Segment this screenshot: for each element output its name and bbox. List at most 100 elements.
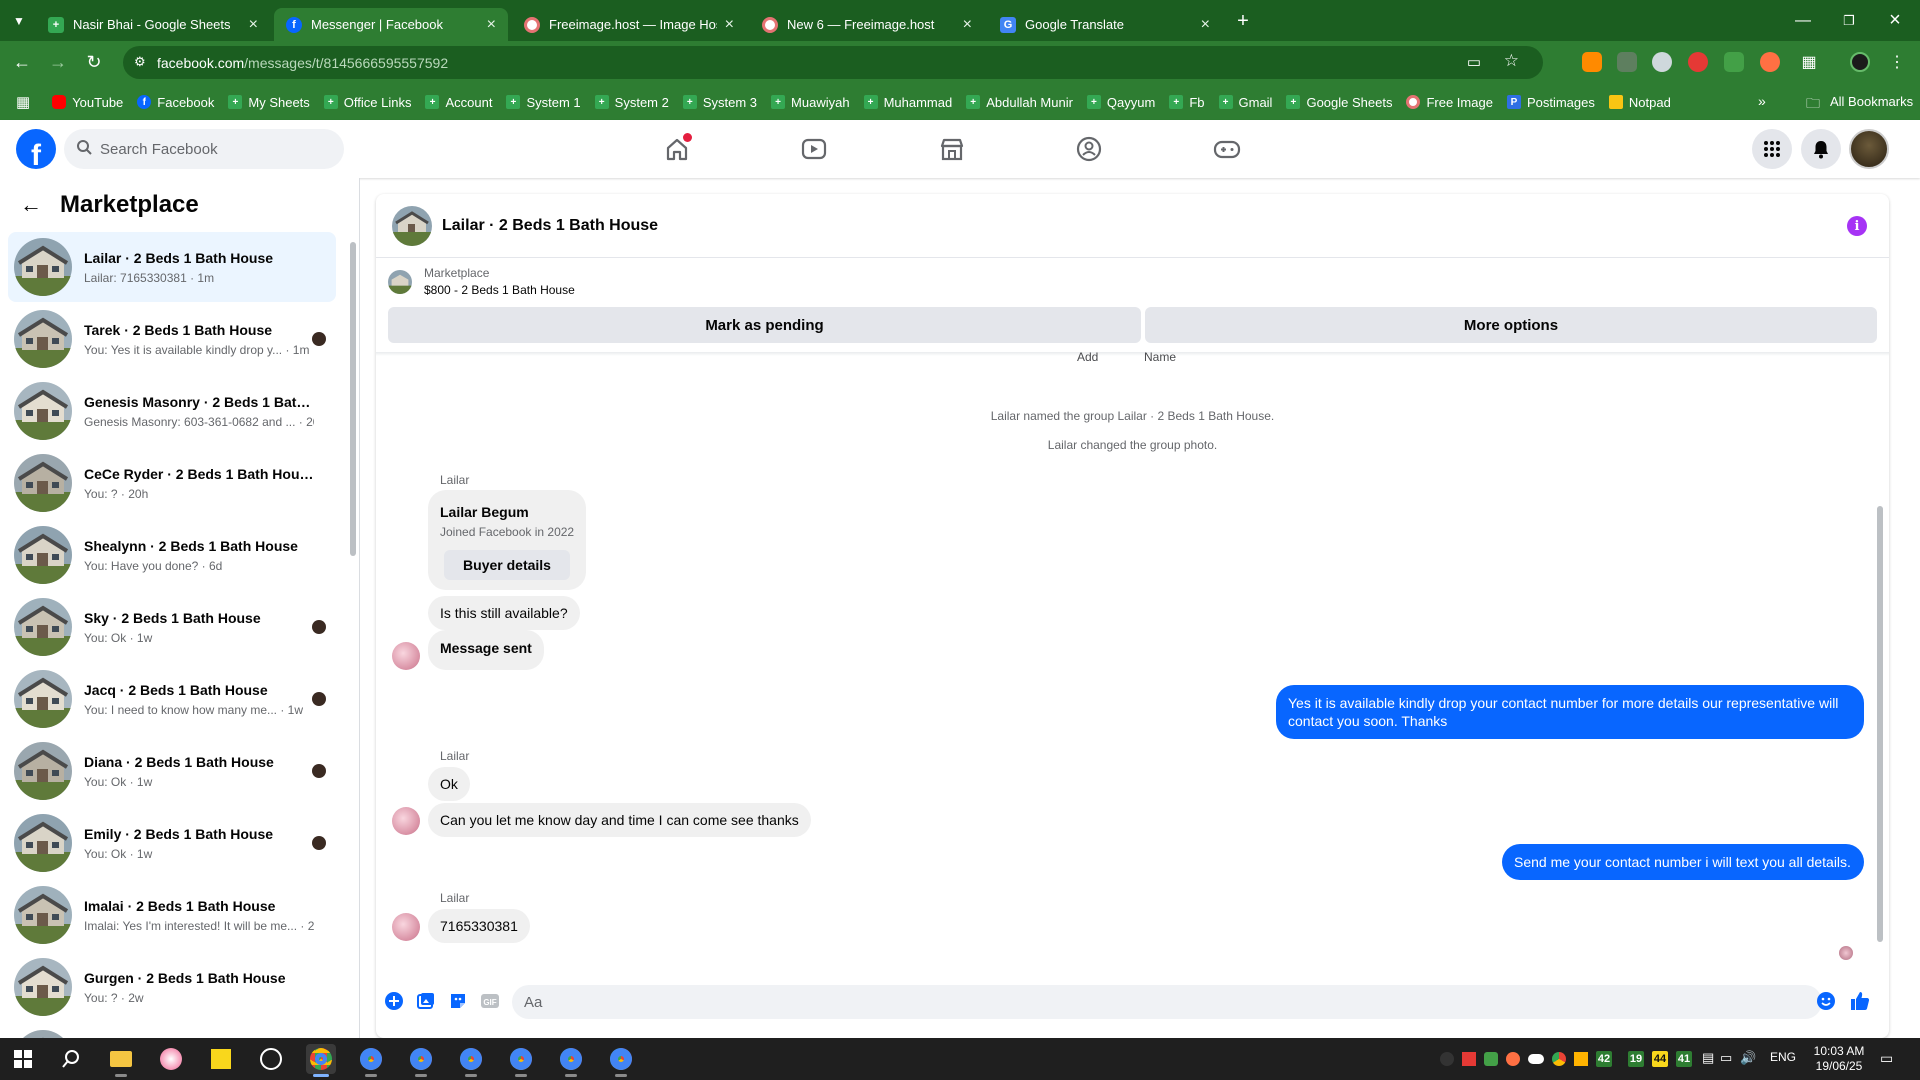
info-icon[interactable]: i [1847, 216, 1867, 236]
nav-home[interactable] [621, 125, 733, 173]
monitor-icon[interactable]: ▭ [1720, 1050, 1732, 1066]
conversation-item[interactable]: Tarek · 2 Beds 1 Bath House You: Yes it i… [8, 304, 336, 374]
sender-avatar[interactable] [392, 642, 420, 670]
bookmark-muhammad[interactable]: + Muhammad [863, 95, 952, 110]
tray-app-icon[interactable] [1440, 1052, 1454, 1066]
like-thumb-icon[interactable] [1848, 989, 1872, 1013]
badge-count[interactable]: 44 [1652, 1051, 1668, 1067]
windows-start-icon[interactable] [8, 1044, 38, 1074]
chatgpt-icon[interactable] [256, 1044, 286, 1074]
bookmark-fb[interactable]: + Fb [1169, 95, 1205, 110]
extension-red-icon[interactable] [1688, 52, 1708, 72]
extension-pen-icon[interactable] [1617, 52, 1637, 72]
tray-app-icon[interactable] [1574, 1052, 1588, 1066]
url-field[interactable]: ⚙ facebook.com/messages/t/81456665955575… [123, 46, 1543, 79]
chrome-icon[interactable] [556, 1044, 586, 1077]
chrome-icon[interactable] [506, 1044, 536, 1077]
conversation-item[interactable]: Imalai · 2 Beds 1 Bath House Imalai: Yes … [8, 880, 336, 950]
all-bookmarks-link[interactable]: All Bookmarks [1830, 94, 1913, 109]
chrome-icon[interactable] [356, 1044, 386, 1077]
chrome-icon[interactable] [306, 1044, 336, 1077]
tray-app-icon[interactable] [1462, 1052, 1476, 1066]
search-bar[interactable]: Search Facebook [64, 129, 344, 169]
more-options-button[interactable]: More options [1145, 307, 1877, 343]
bookmark-system-1[interactable]: + System 1 [506, 95, 581, 110]
message-input[interactable] [512, 985, 1822, 1019]
conversation-item[interactable]: Danna · 1 Bed 1 Bath House [8, 1024, 336, 1038]
file-explorer-icon[interactable] [106, 1044, 136, 1077]
close-icon[interactable]: × [487, 16, 496, 34]
cloud-icon[interactable] [1528, 1054, 1544, 1064]
tab-freeimage[interactable]: Freeimage.host — Image Hostin × [512, 8, 746, 41]
bookmark-gmail[interactable]: + Gmail [1218, 95, 1272, 110]
extension-fire-icon[interactable] [1760, 52, 1780, 72]
sender-avatar[interactable] [392, 913, 420, 941]
bookmark-notpad[interactable]: Notpad [1608, 95, 1671, 110]
forward-icon[interactable]: → [41, 45, 75, 79]
more-bookmarks-chevron-icon[interactable]: » [1758, 93, 1766, 109]
conversation-item[interactable]: Lailar · 2 Beds 1 Bath House Lailar: 7165… [8, 232, 336, 302]
reload-icon[interactable]: ↻ [77, 45, 111, 79]
new-tab-icon[interactable]: + [1226, 4, 1260, 38]
buyer-details-button[interactable]: Buyer details [444, 550, 570, 580]
close-icon[interactable]: × [249, 16, 258, 34]
bookmark-free-image[interactable]: Free Image [1406, 95, 1493, 110]
group-photo[interactable] [392, 205, 432, 246]
back-arrow-icon[interactable]: ← [20, 192, 42, 218]
bookmark-facebook[interactable]: f Facebook [137, 95, 214, 110]
profile-avatar-icon[interactable] [1850, 52, 1870, 72]
conversation-item[interactable]: Sky · 2 Beds 1 Bath House You: Ok · 1w [8, 592, 336, 662]
message-bubble-incoming[interactable]: Message sent [428, 630, 544, 670]
message-bubble-incoming[interactable]: Ok [428, 767, 470, 801]
profile-avatar[interactable] [1849, 129, 1889, 169]
extension-orange-icon[interactable] [1582, 52, 1602, 72]
sticky-notes-icon[interactable] [206, 1044, 236, 1074]
nav-gaming[interactable] [1171, 125, 1283, 173]
site-info-icon[interactable]: ⚙ [134, 54, 146, 70]
bookmark-star-icon[interactable]: ☆ [1504, 51, 1519, 71]
facebook-logo-icon[interactable]: f [16, 129, 56, 169]
extension-globe-icon[interactable] [1652, 52, 1672, 72]
conversation-item[interactable]: Gurgen · 2 Beds 1 Bath House You: ? · 2w [8, 952, 336, 1022]
bookmark-system-3[interactable]: + System 3 [682, 95, 757, 110]
chat-title[interactable]: Lailar · 2 Beds 1 Bath House [442, 217, 658, 235]
nav-marketplace[interactable] [896, 125, 1008, 173]
message-bubble-incoming[interactable]: Is this still available? [428, 596, 580, 630]
paint-icon[interactable] [156, 1044, 186, 1074]
tray-app-icon[interactable] [1552, 1052, 1566, 1066]
message-bubble-outgoing[interactable]: Yes it is available kindly drop your con… [1276, 685, 1864, 739]
volume-icon[interactable]: 🔊 [1740, 1050, 1756, 1066]
restore-icon[interactable]: ❐ [1826, 0, 1872, 41]
conversation-item[interactable]: Genesis Masonry · 2 Beds 1 Bath H... Gene… [8, 376, 336, 446]
emoji-icon[interactable] [1816, 991, 1836, 1011]
menu-button[interactable] [1752, 129, 1792, 169]
tray-app-icon[interactable] [1484, 1052, 1498, 1066]
bookmark-my-sheets[interactable]: + My Sheets [228, 95, 310, 110]
bookmark-youtube[interactable]: YouTube [52, 95, 123, 110]
chrome-icon[interactable] [406, 1044, 436, 1077]
minimize-icon[interactable]: — [1780, 0, 1826, 41]
clock[interactable]: 10:03 AM 19/06/25 [1808, 1044, 1870, 1074]
plus-icon[interactable] [384, 991, 404, 1011]
chat-scrollbar[interactable] [1877, 506, 1883, 942]
mark-as-pending-button[interactable]: Mark as pending [388, 307, 1141, 343]
conversation-item[interactable]: Diana · 2 Beds 1 Bath House You: Ok · 1w [8, 736, 336, 806]
sticker-icon[interactable] [448, 991, 468, 1011]
close-icon[interactable]: × [725, 16, 734, 34]
bookmark-abdullah-munir[interactable]: + Abdullah Munir [966, 95, 1073, 110]
tab-freeimage-new6[interactable]: New 6 — Freeimage.host × [750, 8, 984, 41]
back-icon[interactable]: ← [5, 45, 39, 79]
bookmark-google-sheets[interactable]: + Google Sheets [1286, 95, 1392, 110]
notification-center-icon[interactable]: ▭ [1880, 1050, 1893, 1067]
browser-menu-icon[interactable]: ⋮ [1880, 45, 1914, 79]
tray-app-icon[interactable] [1506, 1052, 1520, 1066]
bookmark-account[interactable]: + Account [425, 95, 492, 110]
photo-icon[interactable] [416, 991, 436, 1011]
tab-search-chevron-icon[interactable]: ▼ [2, 4, 36, 38]
apps-grid-icon[interactable]: ▦ [16, 93, 30, 111]
bookmark-qayyum[interactable]: + Qayyum [1086, 95, 1155, 110]
bookmark-office-links[interactable]: + Office Links [323, 95, 411, 110]
message-bubble-incoming[interactable]: Can you let me know day and time I can c… [428, 803, 811, 837]
tab-messenger[interactable]: f Messenger | Facebook × [274, 8, 508, 41]
conversation-item[interactable]: CeCe Ryder · 2 Beds 1 Bath House You: ? ·… [8, 448, 336, 518]
